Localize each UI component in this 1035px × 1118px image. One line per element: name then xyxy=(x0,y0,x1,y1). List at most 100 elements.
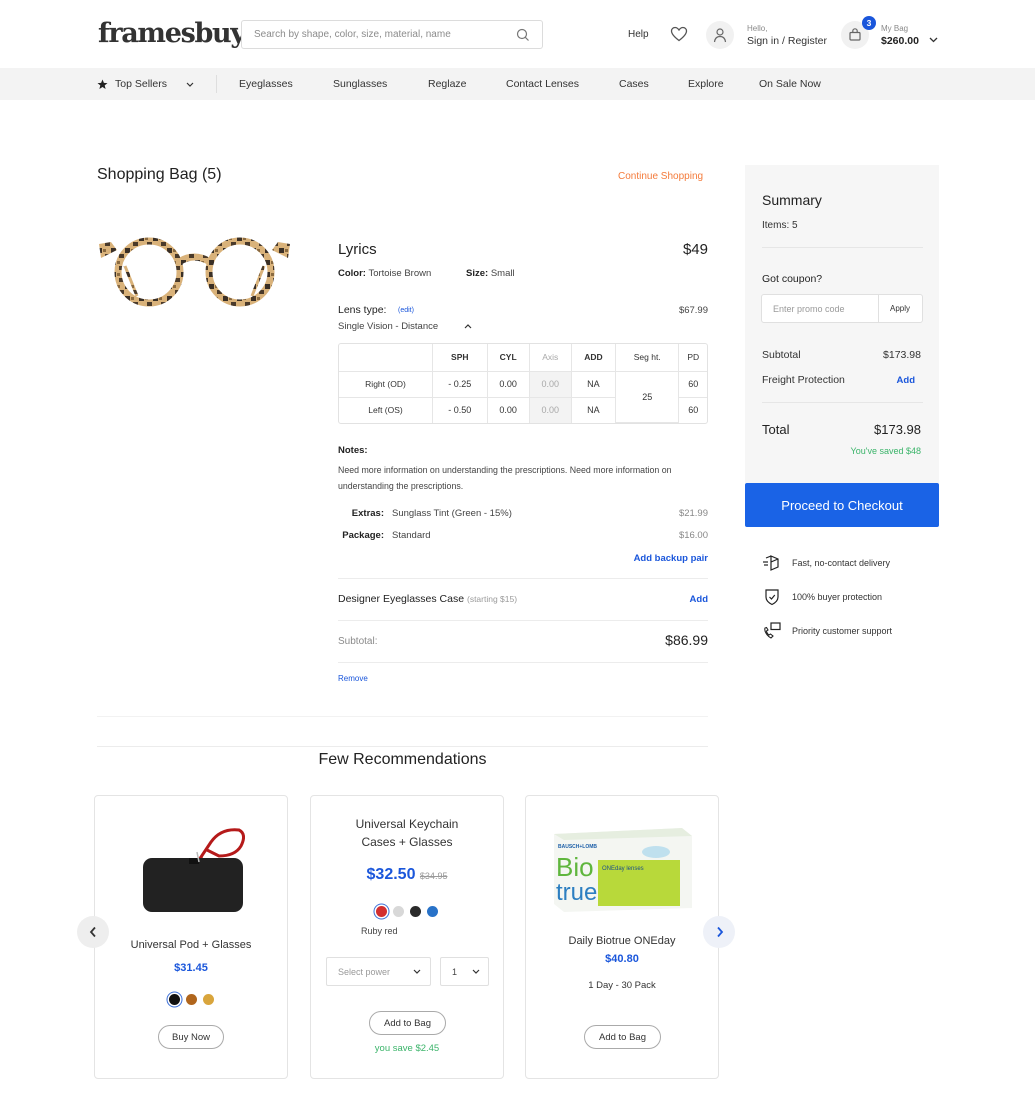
subtotal-label: Subtotal xyxy=(762,349,801,361)
buy-now-button[interactable]: Buy Now xyxy=(158,1025,224,1049)
rx-sph: - 0.50 xyxy=(431,396,488,423)
rx-add: NA xyxy=(570,396,616,423)
promo-code-input[interactable] xyxy=(762,295,879,322)
add-freight-protection-button[interactable]: Add xyxy=(897,375,915,386)
carousel-next-button[interactable] xyxy=(703,916,735,948)
power-select[interactable]: Select power xyxy=(326,957,431,986)
bag-total[interactable]: $260.00 xyxy=(881,35,919,47)
item-subtotal-value: $86.99 xyxy=(665,632,708,648)
product-image-pod-glasses[interactable] xyxy=(141,822,245,914)
delivery-box-icon xyxy=(763,555,779,571)
add-to-bag-button[interactable]: Add to Bag xyxy=(584,1025,661,1049)
product-name[interactable]: Universal Pod + Glasses xyxy=(95,939,287,951)
color-swatches xyxy=(95,994,287,1005)
chevron-down-icon[interactable] xyxy=(186,82,194,87)
divider xyxy=(97,716,708,717)
package-label: Package: xyxy=(342,530,384,541)
color-swatch-black[interactable] xyxy=(168,994,180,1005)
help-link[interactable]: Help xyxy=(628,29,649,40)
color-swatch-blue[interactable] xyxy=(427,906,438,917)
add-to-bag-button[interactable]: Add to Bag xyxy=(369,1011,446,1035)
lens-edit-link[interactable]: (edit) xyxy=(398,307,414,314)
box-logo-true: true xyxy=(556,879,597,906)
box-logo-bio: Bio xyxy=(556,852,594,882)
rx-axis: 0.00 xyxy=(528,396,572,423)
case-offer: Designer Eyeglasses Case (starting $15) xyxy=(338,593,517,605)
bag-label: My Bag xyxy=(881,24,909,33)
sign-in-link[interactable]: Sign in / Register xyxy=(747,35,827,47)
item-subtotal-label: Subtotal: xyxy=(338,636,378,647)
continue-shopping-link[interactable]: Continue Shopping xyxy=(618,171,703,182)
freight-protection-label: Freight Protection xyxy=(762,374,845,386)
add-backup-pair-link[interactable]: Add backup pair xyxy=(634,553,708,564)
lens-type-label: Lens type: xyxy=(338,304,387,316)
divider xyxy=(762,402,923,403)
star-icon xyxy=(97,79,108,89)
chevron-right-icon xyxy=(717,926,724,938)
pack-size: 1 Day - 30 Pack xyxy=(588,980,656,991)
phone-support-icon xyxy=(764,622,781,639)
color-swatch-black[interactable] xyxy=(410,906,421,917)
color-swatch-brown[interactable] xyxy=(185,994,197,1005)
nav-on-sale[interactable]: On Sale Now xyxy=(759,78,821,90)
nav-top-sellers[interactable]: Top Sellers xyxy=(115,78,167,90)
apply-coupon-button[interactable]: Apply xyxy=(878,295,922,322)
chevron-down-icon xyxy=(472,969,480,974)
nav-sunglasses[interactable]: Sunglasses xyxy=(333,78,387,90)
chevron-up-icon[interactable] xyxy=(464,323,472,329)
account-button[interactable] xyxy=(706,21,734,49)
logo[interactable]: framesbuy xyxy=(98,18,246,49)
color-swatch-red[interactable] xyxy=(376,906,387,917)
nav-explore[interactable]: Explore xyxy=(688,78,724,90)
rx-header-axis: Axis xyxy=(528,344,572,372)
recommendations-title: Few Recommendations xyxy=(318,751,487,768)
coupon-form: Apply xyxy=(761,294,923,323)
quantity-value: 1 xyxy=(452,967,458,977)
divider xyxy=(338,662,708,663)
carousel-prev-button[interactable] xyxy=(77,916,109,948)
savings-note: you save $2.45 xyxy=(374,1043,440,1054)
power-select-value: Select power xyxy=(338,967,391,977)
search-box[interactable] xyxy=(241,20,543,49)
rx-cyl: 0.00 xyxy=(486,370,530,398)
divider xyxy=(97,746,708,747)
product-image-glasses[interactable] xyxy=(97,236,292,308)
product-color: Color: Tortoise Brown xyxy=(338,268,431,279)
size-label: Size: xyxy=(466,268,489,279)
color-label: Color: xyxy=(338,268,366,279)
color-swatch-grey[interactable] xyxy=(393,906,404,917)
rx-seg-ht: 25 xyxy=(614,370,680,423)
lens-type-value: Single Vision - Distance xyxy=(338,321,439,332)
rx-header-seg-ht: Seg ht. xyxy=(614,344,680,372)
color-swatch-gold[interactable] xyxy=(202,994,214,1005)
add-case-button[interactable]: Add xyxy=(690,594,708,605)
color-swatches xyxy=(311,906,503,917)
chevron-left-icon xyxy=(89,926,96,938)
nav-eyeglasses[interactable]: Eyeglasses xyxy=(239,78,293,90)
product-name[interactable]: Lyrics xyxy=(338,241,377,258)
search-input[interactable] xyxy=(242,21,492,48)
shield-check-icon xyxy=(765,589,779,606)
product-name-line-2[interactable]: Cases + Glasses xyxy=(311,835,503,849)
quantity-select[interactable]: 1 xyxy=(440,957,489,986)
nav-contact-lenses[interactable]: Contact Lenses xyxy=(506,78,579,90)
search-icon[interactable] xyxy=(516,28,530,42)
proceed-to-checkout-button[interactable]: Proceed to Checkout xyxy=(745,483,939,527)
product-name-line-1[interactable]: Universal Keychain xyxy=(311,817,503,831)
nav-reglaze[interactable]: Reglaze xyxy=(428,78,467,90)
extras-value: Sunglass Tint (Green - 15%) xyxy=(392,508,512,519)
subtotal-value: $173.98 xyxy=(883,349,921,361)
nav-divider xyxy=(216,75,217,93)
heart-icon[interactable] xyxy=(670,26,688,42)
product-name[interactable]: Daily Biotrue ONEday xyxy=(526,935,718,947)
product-image-biotrue-box[interactable]: BAUSCH+LOMB Bio true ONEday lenses xyxy=(552,826,694,914)
savings-note: You've saved $48 xyxy=(850,446,921,456)
case-label: Designer Eyeglasses Case xyxy=(338,593,465,605)
rx-pd: 60 xyxy=(678,370,707,398)
price-block: $32.50 $34.95 xyxy=(311,866,503,884)
chevron-down-icon[interactable] xyxy=(929,37,938,43)
recommendation-card: Universal Keychain Cases + Glasses $32.5… xyxy=(310,795,504,1079)
bag-count-badge: 3 xyxy=(862,16,876,30)
remove-item-link[interactable]: Remove xyxy=(338,674,368,683)
nav-cases[interactable]: Cases xyxy=(619,78,649,90)
